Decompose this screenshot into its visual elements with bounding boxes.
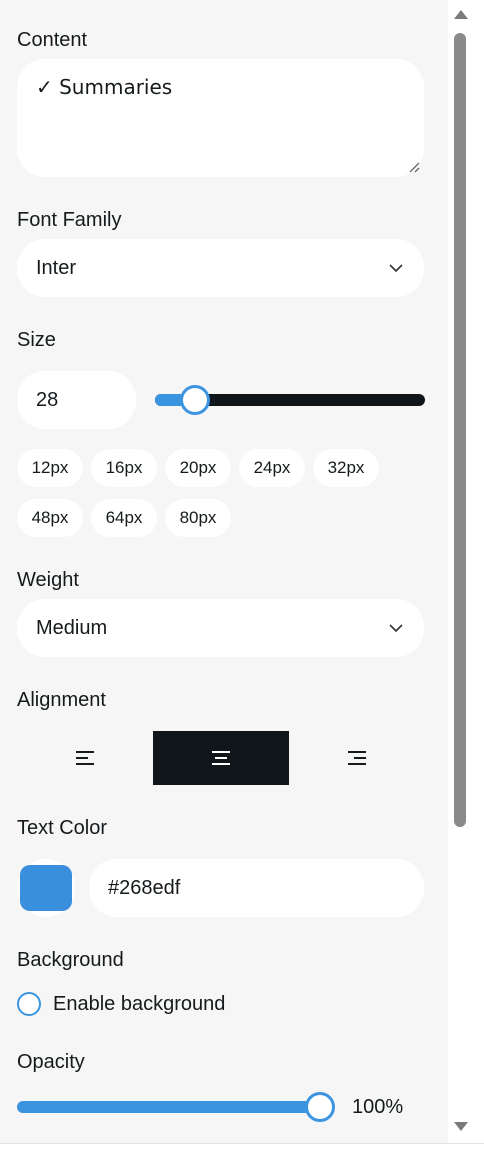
color-swatch-button[interactable]: [17, 859, 75, 917]
enable-background-option[interactable]: Enable background: [17, 992, 225, 1016]
enable-background-label: Enable background: [53, 992, 226, 1015]
align-center-icon: [212, 751, 230, 765]
color-swatch: [20, 865, 72, 911]
size-preset-chip[interactable]: 80px: [165, 499, 231, 537]
size-presets: 12px 16px 20px 24px 32px 48px 64px 80px: [17, 449, 397, 537]
align-right-icon: [348, 751, 366, 765]
align-center-button[interactable]: [153, 731, 289, 785]
size-preset-chip[interactable]: 32px: [313, 449, 379, 487]
scroll-down-arrow-icon[interactable]: [454, 1122, 468, 1131]
enable-background-radio[interactable]: [17, 992, 41, 1016]
size-preset-chip[interactable]: 24px: [239, 449, 305, 487]
weight-label: Weight: [17, 569, 79, 591]
size-preset-chip[interactable]: 64px: [91, 499, 157, 537]
size-input[interactable]: 28: [17, 371, 136, 429]
align-left-button[interactable]: [17, 731, 153, 785]
opacity-slider-thumb[interactable]: [305, 1092, 335, 1122]
chevron-down-icon: [389, 264, 403, 273]
bottom-bar: [0, 1143, 484, 1161]
font-family-value: Inter: [36, 256, 77, 279]
size-preset-chip[interactable]: 16px: [91, 449, 157, 487]
vertical-scrollbar[interactable]: [448, 0, 484, 1143]
content-value: ✓ Summaries: [36, 75, 173, 99]
font-family-select[interactable]: Inter: [17, 239, 424, 297]
resize-grip-icon[interactable]: [408, 161, 420, 173]
content-label: Content: [17, 29, 88, 51]
opacity-slider-track[interactable]: [17, 1101, 321, 1113]
size-preset-chip[interactable]: 48px: [17, 499, 83, 537]
background-label: Background: [17, 949, 124, 971]
size-preset-chip[interactable]: 12px: [17, 449, 83, 487]
size-slider-thumb[interactable]: [180, 385, 210, 415]
hex-color-input[interactable]: #268edf: [89, 859, 424, 917]
size-label: Size: [17, 329, 56, 351]
chevron-down-icon: [389, 624, 403, 633]
opacity-value: 100%: [352, 1096, 404, 1118]
align-left-icon: [76, 751, 94, 765]
size-preset-chip[interactable]: 20px: [165, 449, 231, 487]
align-right-button[interactable]: [289, 731, 425, 785]
content-textarea[interactable]: ✓ Summaries: [17, 59, 424, 177]
weight-select[interactable]: Medium: [17, 599, 424, 657]
alignment-label: Alignment: [17, 689, 106, 711]
scroll-up-arrow-icon[interactable]: [454, 10, 468, 19]
scrollbar-thumb[interactable]: [454, 33, 466, 827]
text-color-label: Text Color: [17, 817, 108, 839]
alignment-group: [17, 731, 425, 785]
font-family-label: Font Family: [17, 209, 122, 231]
text-properties-panel: Content ✓ Summaries Font Family Inter Si…: [0, 0, 448, 1143]
hex-color-value: #268edf: [108, 876, 181, 899]
size-value: 28: [36, 388, 59, 411]
weight-value: Medium: [36, 616, 108, 639]
opacity-label: Opacity: [17, 1051, 85, 1073]
